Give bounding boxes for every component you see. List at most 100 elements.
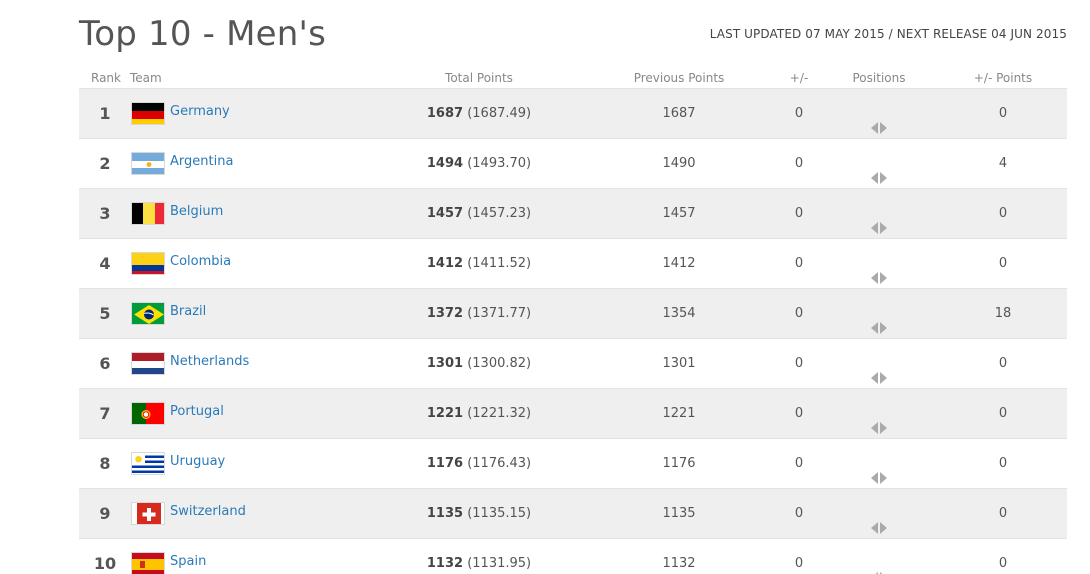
plus-minus-points-cell: 0 [998, 106, 1008, 121]
plus-minus-points-cell: 0 [998, 556, 1008, 571]
flag-cell [131, 552, 165, 574]
table-row: 3 Belgium 1457 (1457.23) 1457 0 0 [79, 188, 1067, 238]
plus-minus-points-cell: 0 [998, 456, 1008, 471]
plus-minus-points-cell: 0 [998, 356, 1008, 371]
total-points-cell: 1176 (1176.43) [399, 439, 559, 489]
plus-minus-points-cell: 0 [998, 206, 1008, 221]
flag-cell [131, 252, 165, 275]
table-row: 7 Portugal 1221 (1221.32) 1221 0 0 [79, 388, 1067, 438]
table-row: 1 Germany 1687 (1687.49) 1687 0 0 [79, 88, 1067, 138]
team-link[interactable]: Colombia [170, 237, 231, 287]
total-points-exact: (1687.49) [467, 106, 532, 121]
team-link[interactable]: Spain [170, 537, 206, 574]
total-points-exact: (1371.77) [467, 306, 532, 321]
team-link[interactable]: Belgium [170, 187, 223, 237]
table-row: 4 Colombia 1412 (1411.52) 1412 0 0 [79, 238, 1067, 288]
colombia-flag [131, 252, 165, 275]
total-points-exact: (1221.32) [467, 406, 532, 421]
flag-cell [131, 202, 165, 225]
positions-cell [839, 239, 919, 289]
rank-cell: 7 [99, 404, 111, 423]
table-row: 6 Netherlands 1301 (1300.82) 1301 0 0 [79, 338, 1067, 388]
header-rank: Rank [91, 71, 121, 85]
team-link[interactable]: Brazil [170, 287, 206, 337]
team-link[interactable]: Portugal [170, 387, 224, 437]
germany-flag [131, 102, 165, 125]
team-link[interactable]: Netherlands [170, 337, 249, 387]
positions-cell [839, 339, 919, 389]
team-link[interactable]: Switzerland [170, 487, 246, 537]
header-total-points: Total Points [445, 71, 513, 85]
previous-points-cell: 1687 [662, 106, 696, 121]
table-row: 2 Argentina 1494 (1493.70) 1490 0 4 [79, 138, 1067, 188]
total-points-exact: (1176.43) [467, 456, 532, 471]
unchanged-arrows-icon [871, 156, 887, 184]
total-points-rounded: 1176 [426, 456, 464, 471]
header-plus-minus: +/- [789, 71, 809, 85]
flag-cell [131, 302, 165, 325]
belgium-flag [131, 202, 165, 225]
unchanged-arrows-icon [871, 356, 887, 384]
portugal-flag [131, 402, 165, 425]
total-points-rounded: 1457 [426, 206, 464, 221]
header-positions: Positions [852, 71, 906, 85]
rank-cell: 8 [99, 454, 111, 473]
previous-points-cell: 1301 [662, 356, 696, 371]
positions-cell [839, 439, 919, 489]
positions-cell [839, 189, 919, 239]
table-header: Rank Team Total Points Previous Points +… [79, 70, 1067, 88]
total-points-rounded: 1372 [426, 306, 464, 321]
unchanged-arrows-icon [871, 456, 887, 484]
page-title: Top 10 - Men's [79, 14, 326, 54]
switzerland-flag [131, 502, 165, 525]
plus-minus-cell: 0 [794, 106, 804, 121]
rank-cell: 1 [99, 104, 111, 123]
plus-minus-cell: 0 [794, 206, 804, 221]
team-link[interactable]: Germany [170, 87, 230, 137]
netherlands-flag [131, 352, 165, 375]
total-points-rounded: 1221 [426, 406, 464, 421]
unchanged-arrows-icon [871, 506, 887, 534]
positions-cell [839, 289, 919, 339]
total-points-exact: (1493.70) [467, 156, 532, 171]
total-points-exact: (1457.23) [467, 206, 532, 221]
argentina-flag [131, 152, 165, 175]
table-row: 10 Spain 1132 (1131.95) 1132 0 0 [79, 538, 1067, 574]
total-points-exact: (1135.15) [467, 506, 532, 521]
positions-cell [839, 139, 919, 189]
previous-points-cell: 1176 [662, 456, 696, 471]
brazil-flag [131, 302, 165, 325]
unchanged-arrows-icon [871, 206, 887, 234]
rank-cell: 4 [99, 254, 111, 273]
plus-minus-cell: 0 [794, 256, 804, 271]
positions-cell [839, 489, 919, 539]
total-points-rounded: 1135 [426, 506, 464, 521]
update-info: LAST UPDATED 07 MAY 2015 / NEXT RELEASE … [709, 27, 1067, 41]
plus-minus-cell: 0 [794, 506, 804, 521]
team-link[interactable]: Uruguay [170, 437, 225, 487]
plus-minus-cell: 0 [794, 306, 804, 321]
rank-cell: 6 [99, 354, 111, 373]
previous-points-cell: 1457 [662, 206, 696, 221]
total-points-cell: 1135 (1135.15) [399, 489, 559, 539]
team-link[interactable]: Argentina [170, 137, 233, 187]
rank-cell: 5 [99, 304, 111, 323]
total-points-cell: 1412 (1411.52) [399, 239, 559, 289]
previous-points-cell: 1132 [662, 556, 696, 571]
plus-minus-cell: 0 [794, 406, 804, 421]
plus-minus-points-cell: 0 [998, 506, 1008, 521]
plus-minus-points-cell: 4 [998, 156, 1008, 171]
unchanged-arrows-icon [871, 106, 887, 134]
total-points-cell: 1132 (1131.95) [399, 539, 559, 574]
rank-cell: 10 [93, 554, 117, 573]
previous-points-cell: 1490 [662, 156, 696, 171]
total-points-exact: (1300.82) [467, 356, 532, 371]
flag-cell [131, 452, 165, 475]
previous-points-cell: 1221 [662, 406, 696, 421]
header-previous-points: Previous Points [633, 71, 725, 85]
rank-cell: 3 [99, 204, 111, 223]
spain-flag [131, 552, 165, 574]
plus-minus-cell: 0 [794, 556, 804, 571]
positions-cell [839, 539, 919, 574]
uruguay-flag [131, 452, 165, 475]
